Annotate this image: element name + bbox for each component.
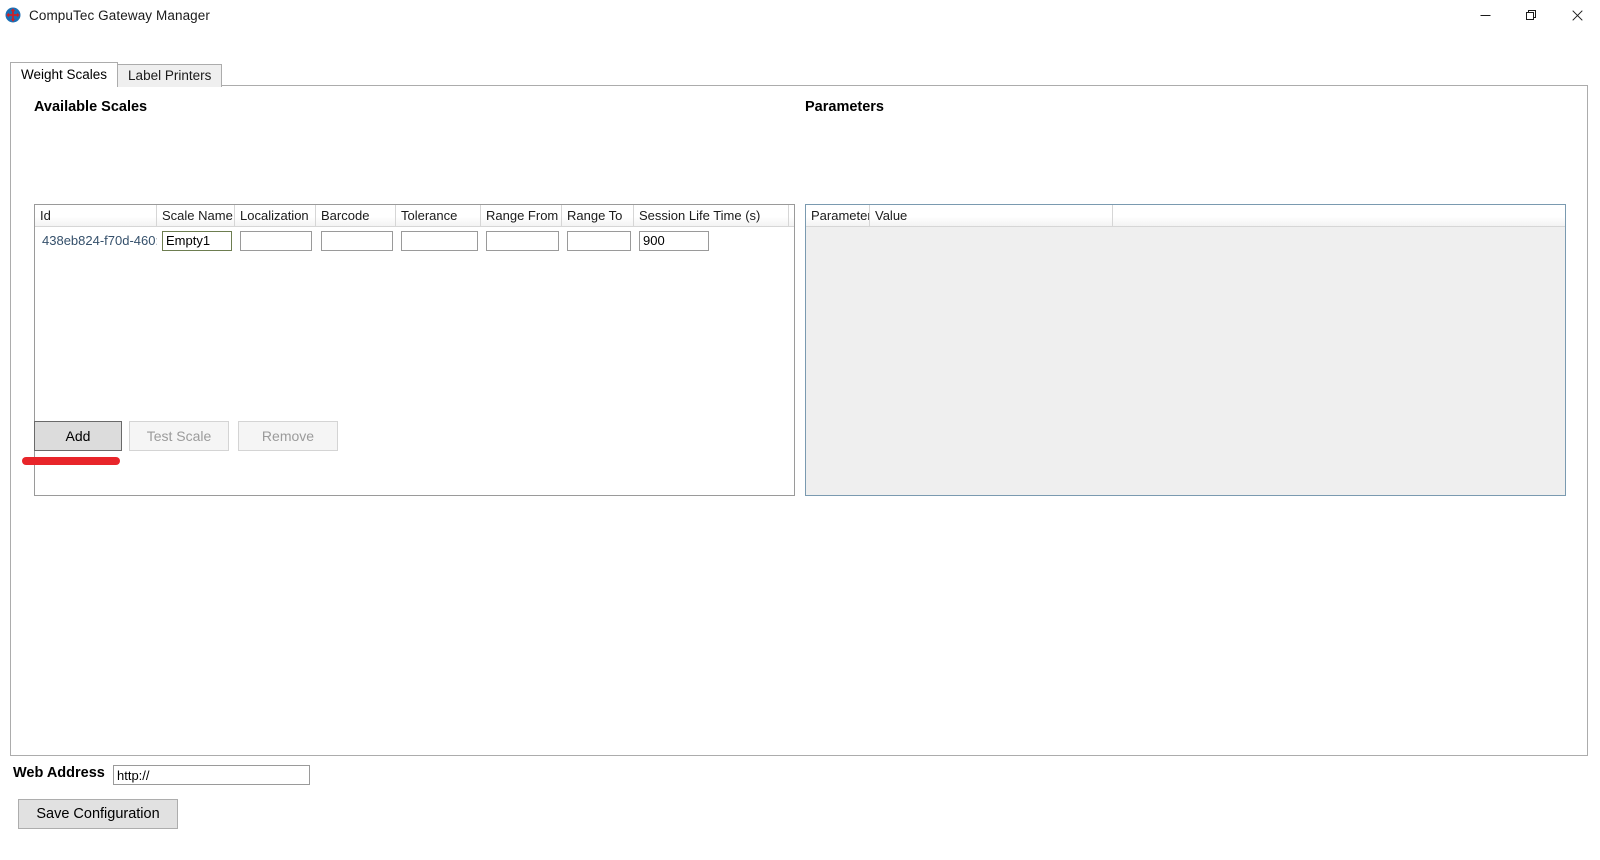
session-life-time-input[interactable] bbox=[639, 231, 709, 251]
column-header-tolerance[interactable]: Tolerance bbox=[396, 205, 481, 226]
localization-input[interactable] bbox=[240, 231, 312, 251]
available-scales-grid[interactable]: Id Scale Name Localization Barcode Toler… bbox=[34, 204, 795, 496]
highlight-annotation bbox=[22, 457, 120, 465]
restore-icon[interactable] bbox=[1508, 0, 1554, 30]
web-address-input[interactable] bbox=[113, 765, 310, 785]
app-logo-icon bbox=[5, 7, 21, 23]
web-address-label: Web Address bbox=[13, 765, 105, 781]
parameters-heading: Parameters bbox=[805, 99, 884, 115]
barcode-input[interactable] bbox=[321, 231, 393, 251]
scales-grid-header: Id Scale Name Localization Barcode Toler… bbox=[35, 205, 794, 227]
tab-label: Label Printers bbox=[128, 68, 211, 83]
column-header-value[interactable]: Value bbox=[870, 205, 1113, 226]
title-bar: CompuTec Gateway Manager bbox=[0, 0, 1600, 30]
window-title: CompuTec Gateway Manager bbox=[29, 8, 210, 23]
add-button[interactable]: Add bbox=[34, 421, 122, 451]
tab-label-printers[interactable]: Label Printers bbox=[117, 64, 222, 87]
remove-button[interactable]: Remove bbox=[238, 421, 338, 451]
cell-id: 438eb824-f70d-460: bbox=[35, 227, 157, 254]
save-configuration-button[interactable]: Save Configuration bbox=[18, 799, 178, 829]
scale-name-input[interactable] bbox=[162, 231, 232, 251]
parameters-grid-body bbox=[806, 227, 1565, 495]
column-header-filler bbox=[1113, 205, 1565, 226]
tab-content-panel: Available Scales Id Scale Name Localizat… bbox=[10, 85, 1588, 756]
test-scale-button[interactable]: Test Scale bbox=[129, 421, 229, 451]
column-header-parameter[interactable]: Parameter bbox=[806, 205, 870, 226]
tolerance-input[interactable] bbox=[401, 231, 478, 251]
range-to-input[interactable] bbox=[567, 231, 631, 251]
parameters-grid-header: Parameter Value bbox=[806, 205, 1565, 227]
parameters-grid[interactable]: Parameter Value bbox=[805, 204, 1566, 496]
table-row[interactable]: 438eb824-f70d-460: bbox=[35, 227, 794, 254]
column-header-filler bbox=[789, 205, 794, 226]
close-icon[interactable] bbox=[1554, 0, 1600, 30]
column-header-session-life[interactable]: Session Life Time (s) bbox=[634, 205, 789, 226]
tab-weight-scales[interactable]: Weight Scales bbox=[10, 62, 118, 87]
tab-label: Weight Scales bbox=[21, 67, 107, 82]
column-header-localization[interactable]: Localization bbox=[235, 205, 316, 226]
column-header-range-from[interactable]: Range From bbox=[481, 205, 562, 226]
tab-strip: Weight Scales Label Printers bbox=[10, 62, 221, 87]
column-header-range-to[interactable]: Range To bbox=[562, 205, 634, 226]
minimize-icon[interactable] bbox=[1462, 0, 1508, 30]
window-controls bbox=[1462, 0, 1600, 30]
available-scales-heading: Available Scales bbox=[34, 99, 147, 115]
column-header-id[interactable]: Id bbox=[35, 205, 157, 226]
column-header-scale-name[interactable]: Scale Name bbox=[157, 205, 235, 226]
column-header-barcode[interactable]: Barcode bbox=[316, 205, 396, 226]
range-from-input[interactable] bbox=[486, 231, 559, 251]
